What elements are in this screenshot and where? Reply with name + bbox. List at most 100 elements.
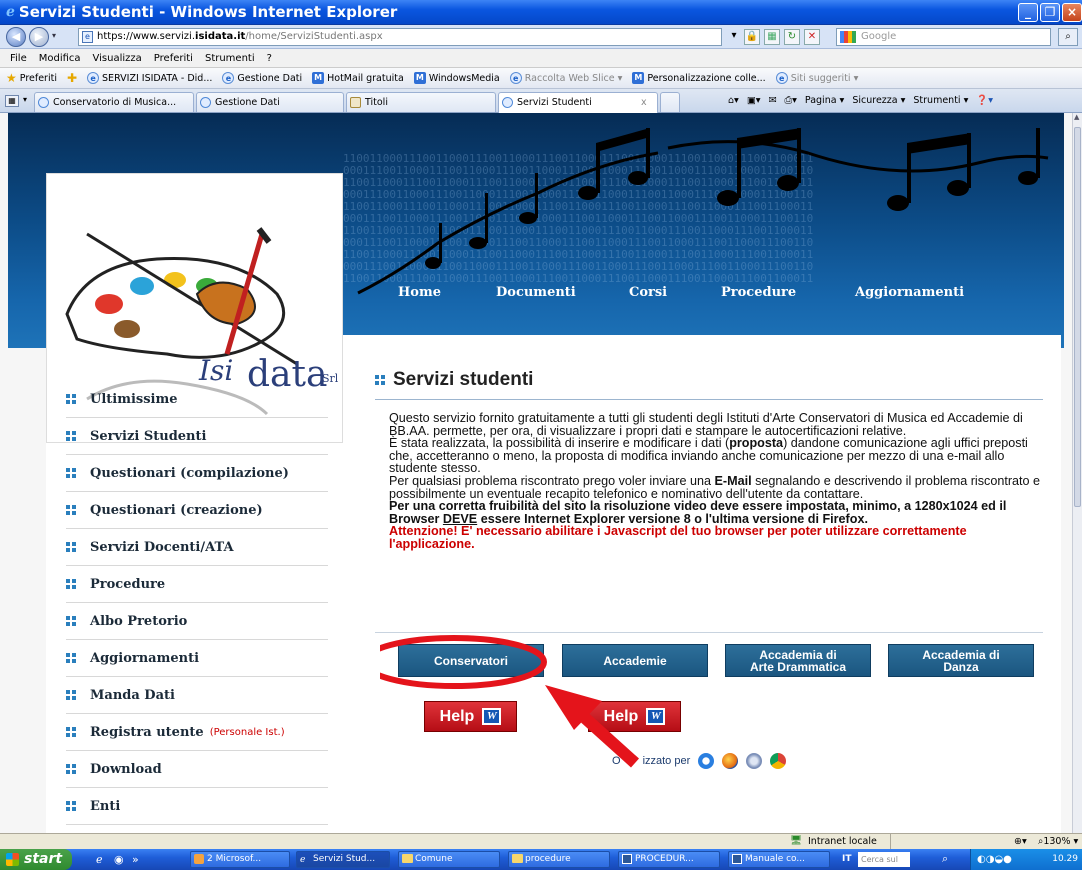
menu-visualizza[interactable]: Visualizza <box>93 53 142 64</box>
task-servizi-studenti[interactable]: ℯ Servizi Stud... <box>296 851 390 868</box>
sidebar-item-download[interactable]: Download <box>66 751 328 788</box>
chrome-icon <box>770 753 787 769</box>
search-input[interactable]: Google <box>836 28 1051 46</box>
menu-help[interactable]: ? <box>267 53 272 64</box>
menu-modifica[interactable]: Modifica <box>39 53 81 64</box>
feeds-icon[interactable]: ▣▾ <box>747 95 761 106</box>
nav-corsi[interactable]: Corsi <box>629 285 667 300</box>
quick-launch-more-icon[interactable]: » <box>132 853 139 866</box>
sidebar-item-ultimissime[interactable]: Ultimissime <box>66 381 328 418</box>
security-zone: Intranet locale <box>808 836 877 847</box>
scroll-up-icon[interactable]: ▲ <box>1074 113 1079 121</box>
ie-page-icon: e <box>87 72 100 84</box>
sidebar-item-procedure[interactable]: Procedure <box>66 566 328 603</box>
stop-icon[interactable]: ✕ <box>804 29 820 45</box>
task-comune[interactable]: Comune <box>398 851 500 868</box>
favorite-windowsmedia[interactable]: M WindowsMedia <box>413 72 500 84</box>
back-icon[interactable]: ◀ <box>6 27 26 47</box>
menu-preferiti[interactable]: Preferiti <box>154 53 193 64</box>
sidebar-item-servizi-docenti[interactable]: Servizi Docenti/ATA <box>66 529 328 566</box>
history-dropdown-icon[interactable]: ▾ <box>52 31 56 40</box>
refresh-icon[interactable]: ↻ <box>784 29 800 45</box>
close-tab-icon[interactable]: x <box>641 93 647 112</box>
protected-mode-icon[interactable]: ⊕▾ <box>1014 836 1027 847</box>
sidebar-item-aggiornamenti[interactable]: Aggiornamenti <box>66 640 328 677</box>
favorite-isidata[interactable]: e SERVIZI ISIDATA - Did... <box>87 72 212 84</box>
task-procedure[interactable]: procedure <box>508 851 610 868</box>
tab-servizi-studenti[interactable]: Servizi Studenti x <box>498 92 658 113</box>
grid-bullet-icon <box>66 431 76 441</box>
sidebar-item-albo-pretorio[interactable]: Albo Pretorio <box>66 603 328 640</box>
sidebar-item-enti[interactable]: Enti <box>66 788 328 825</box>
maximize-button[interactable]: ❐ <box>1040 3 1060 22</box>
search-icon[interactable]: ⌕ <box>1058 28 1078 46</box>
sidebar-item-questionari-compilazione[interactable]: Questionari (compilazione) <box>66 455 328 492</box>
favorite-siti-suggeriti[interactable]: e Siti suggeriti ▾ <box>775 72 858 84</box>
task-procedur-doc[interactable]: PROCEDUR... <box>618 851 720 868</box>
sidebar-item-questionari-creazione[interactable]: Questionari (creazione) <box>66 492 328 529</box>
intro-paragraph-3: Per qualsiasi problema riscontrato prego… <box>389 473 1041 501</box>
sidebar-item-registra-utente[interactable]: Registra utente (Personale Ist.) <box>66 714 328 751</box>
nav-procedure[interactable]: Procedure <box>721 285 796 300</box>
favorites-button[interactable]: ★ Preferiti <box>6 71 57 85</box>
tab-conservatorio[interactable]: Conservatorio di Musica... <box>34 92 194 112</box>
favorite-hotmail[interactable]: M HotMail gratuita <box>312 72 404 84</box>
annotation-overlay <box>380 635 640 768</box>
new-tab-button[interactable] <box>660 92 680 112</box>
sidebar-item-manda-dati[interactable]: Manda Dati <box>66 677 328 714</box>
task-microsoft[interactable]: 2 Microsof... <box>190 851 290 868</box>
compatibility-icon[interactable]: ▦ <box>764 29 780 45</box>
vertical-scrollbar[interactable]: ▲ <box>1072 113 1082 833</box>
clock[interactable]: 10.29 <box>1052 854 1078 864</box>
search-icon[interactable]: ⌕ <box>942 852 948 866</box>
favorite-web-slice[interactable]: e Raccolta Web Slice ▾ <box>509 72 622 84</box>
tray-icons[interactable]: ◐◑◒● <box>977 849 1012 870</box>
menu-strumenti[interactable]: Strumenti <box>205 53 255 64</box>
accademia-arte-drammatica-button[interactable]: Accademia di Arte Drammatica <box>725 644 871 677</box>
ie-page-icon <box>200 97 211 108</box>
page-menu[interactable]: Pagina ▾ <box>805 95 844 106</box>
desktop-search-input[interactable]: Cerca sul PC <box>858 852 910 867</box>
sidebar-item-servizi-studenti[interactable]: Servizi Studenti <box>66 418 328 455</box>
system-tray: ◐◑◒● 10.29 <box>970 849 1082 870</box>
tab-list-icon[interactable]: ▾ <box>23 95 27 104</box>
start-button[interactable]: start <box>0 849 72 870</box>
msn-icon: M <box>413 72 426 84</box>
forward-icon[interactable]: ▶ <box>29 27 49 47</box>
favorite-personalizzazione[interactable]: M Personalizzazione colle... <box>632 72 766 84</box>
zoom-level[interactable]: ⌕130% ▾ <box>1038 836 1078 847</box>
add-favorite-icon[interactable]: ✚ <box>67 71 77 85</box>
tab-titoli[interactable]: Titoli <box>346 92 496 112</box>
folder-icon <box>402 854 413 863</box>
word-icon <box>622 854 632 864</box>
minimize-button[interactable]: _ <box>1018 3 1038 22</box>
task-manuale[interactable]: Manuale co... <box>728 851 830 868</box>
quick-launch-media-icon[interactable]: ◉ <box>114 853 124 866</box>
help-icon[interactable]: ❓▾ <box>976 95 993 106</box>
scrollbar-thumb[interactable] <box>1074 127 1081 507</box>
ie-page-icon: e <box>775 72 788 84</box>
menu-file[interactable]: File <box>10 53 27 64</box>
quick-tabs-icon[interactable]: ▦ <box>5 95 19 107</box>
lock-icon[interactable]: 🔒 <box>744 29 760 45</box>
print-icon[interactable]: ⎙▾ <box>785 95 797 106</box>
favorite-gestione-dati[interactable]: e Gestione Dati <box>222 72 302 84</box>
address-bar[interactable]: e https://www.servizi.isidata.it/home/Ser… <box>78 28 722 46</box>
tab-bar: ▦ ▾ Conservatorio di Musica... Gestione … <box>0 89 1082 113</box>
tools-menu[interactable]: Strumenti ▾ <box>913 95 968 106</box>
mail-icon[interactable]: ✉ <box>769 95 777 106</box>
language-indicator[interactable]: IT <box>842 854 852 864</box>
nav-documenti[interactable]: Documenti <box>496 285 576 300</box>
security-menu[interactable]: Sicurezza ▾ <box>852 95 905 106</box>
quick-launch-ie-icon[interactable]: ℯ <box>96 853 103 866</box>
nav-aggiornamenti[interactable]: Aggiornamenti <box>855 285 964 300</box>
ie-page-icon: e <box>222 72 235 84</box>
tab-gestione-dati[interactable]: Gestione Dati <box>196 92 344 112</box>
home-icon[interactable]: ⌂▾ <box>728 95 739 106</box>
heading-divider <box>375 399 1043 400</box>
close-button[interactable]: × <box>1062 3 1082 22</box>
nav-home[interactable]: Home <box>398 285 441 300</box>
grid-bullet-icon <box>66 394 76 404</box>
address-dropdown-icon[interactable]: ▾ <box>726 29 742 45</box>
accademia-danza-button[interactable]: Accademia di Danza <box>888 644 1034 677</box>
